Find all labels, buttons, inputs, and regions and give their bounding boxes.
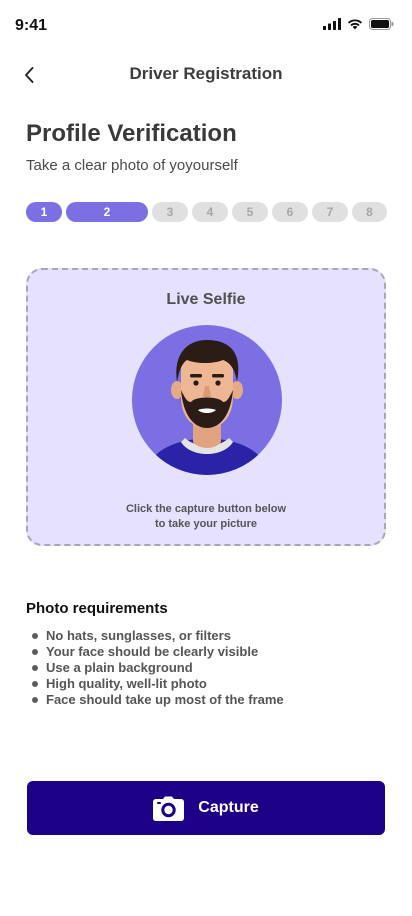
list-item: Face should take up most of the frame: [30, 692, 284, 708]
app-header: Driver Registration: [0, 52, 412, 96]
step-5: 5: [232, 202, 268, 222]
selfie-title: Live Selfie: [166, 291, 246, 308]
list-item: Your face should be clearly visible: [30, 644, 284, 660]
wifi-icon: [348, 19, 362, 30]
status-bar: 9:41: [0, 0, 412, 52]
list-item: High quality, well-lit photo: [30, 676, 284, 692]
driver-avatar-illustration: [132, 325, 282, 475]
page-title: Profile Verification: [26, 120, 237, 147]
selfie-capture-area[interactable]: Live Selfie Click the capture button bel…: [26, 268, 386, 546]
selfie-instructions: Click the capture button below to take y…: [88, 502, 324, 532]
step-6: 6: [272, 202, 308, 222]
capture-button[interactable]: Capture: [27, 781, 385, 835]
capture-label: Capture: [198, 799, 259, 816]
progress-stepper: 1 2 3 4 5 6 7 8: [26, 202, 387, 222]
step-7: 7: [312, 202, 348, 222]
requirements-title: Photo requirements: [26, 600, 168, 617]
step-3: 3: [152, 202, 188, 222]
selfie-instructions-line-1: Click the capture button below: [125, 503, 287, 515]
list-item: Use a plain background: [30, 660, 284, 676]
list-item: No hats, sunglasses, or filters: [30, 628, 284, 644]
requirements-list: No hats, sunglasses, or filters Your fac…: [30, 628, 284, 708]
page-subtitle: Take a clear photo of yoyourself: [26, 157, 238, 174]
header-title: Driver Registration: [129, 64, 283, 83]
step-8: 8: [352, 202, 387, 222]
step-1: 1: [26, 202, 62, 222]
step-4: 4: [192, 202, 228, 222]
camera-icon: [153, 796, 185, 821]
status-time: 9:41: [15, 17, 48, 34]
selfie-instructions-line-2: to take your picture: [154, 518, 258, 530]
step-2: 2: [66, 202, 148, 222]
status-icons: [323, 18, 394, 30]
battery-icon: [369, 18, 394, 30]
signal-icon: [323, 18, 341, 30]
